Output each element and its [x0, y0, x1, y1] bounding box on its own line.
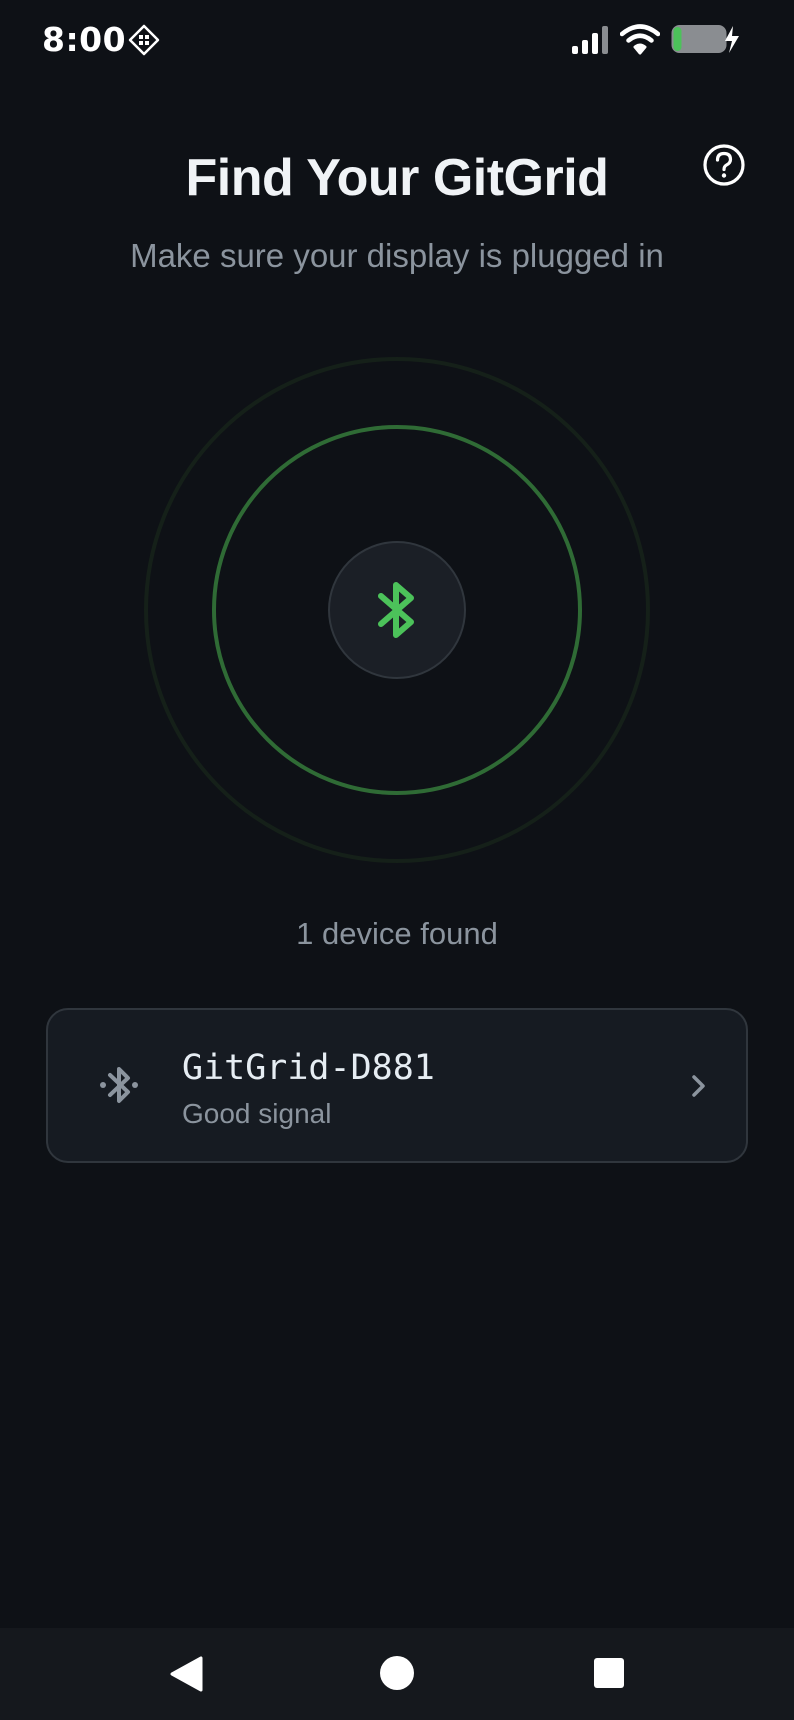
device-name: GitGrid-D881	[182, 1048, 435, 1088]
page-title: Find Your GitGrid	[185, 149, 609, 207]
chevron-right-icon	[692, 1075, 705, 1097]
device-signal-strength: Good signal	[182, 1098, 332, 1129]
status-bar: 8:00	[0, 0, 794, 80]
system-navigation-bar	[0, 1628, 794, 1720]
device-list-item[interactable]: GitGrid-D881 Good signal	[46, 1008, 748, 1163]
page-subtitle: Make sure your display is plugged in	[130, 237, 664, 274]
bluetooth-searching-icon	[100, 1067, 138, 1103]
cellular-signal-icon	[572, 26, 608, 54]
device-scan-screen: 8:00 Find Your GitGrid Make sure your di…	[0, 0, 794, 1720]
app-notification-icon	[128, 24, 160, 56]
nav-back-icon[interactable]	[166, 1654, 206, 1694]
wifi-icon	[620, 24, 660, 55]
devices-found-count: 1 device found	[296, 916, 498, 951]
battery-charging-icon	[671, 25, 739, 53]
status-time: 8:00	[42, 20, 127, 59]
nav-recents-icon[interactable]	[592, 1656, 626, 1690]
nav-home-icon[interactable]	[378, 1654, 416, 1692]
bluetooth-icon	[378, 582, 414, 638]
scan-bluetooth-button	[328, 541, 466, 679]
